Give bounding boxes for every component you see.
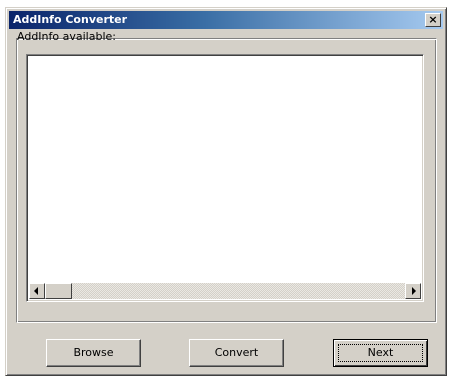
browse-button-label: Browse [73, 346, 114, 359]
window-title: AddInfo Converter [13, 13, 128, 26]
addinfo-listbox[interactable] [26, 54, 424, 302]
scroll-thumb[interactable] [45, 283, 72, 299]
browse-button[interactable]: Browse [46, 339, 141, 367]
next-button-label: Next [367, 346, 394, 359]
title-bar[interactable]: AddInfo Converter × [9, 11, 443, 29]
horizontal-scrollbar[interactable] [29, 283, 421, 299]
convert-button[interactable]: Convert [189, 339, 284, 367]
dialog-window: AddInfo Converter × AddInfo available: B… [5, 7, 447, 376]
scroll-right-button[interactable] [405, 283, 421, 299]
arrow-left-icon [34, 287, 38, 295]
next-button[interactable]: Next [333, 339, 428, 367]
convert-button-label: Convert [214, 346, 259, 359]
scroll-left-button[interactable] [29, 283, 45, 299]
arrow-right-icon [412, 287, 416, 295]
close-button[interactable]: × [425, 13, 441, 27]
addinfo-available-label: AddInfo available: [17, 30, 116, 43]
close-icon: × [428, 13, 438, 26]
